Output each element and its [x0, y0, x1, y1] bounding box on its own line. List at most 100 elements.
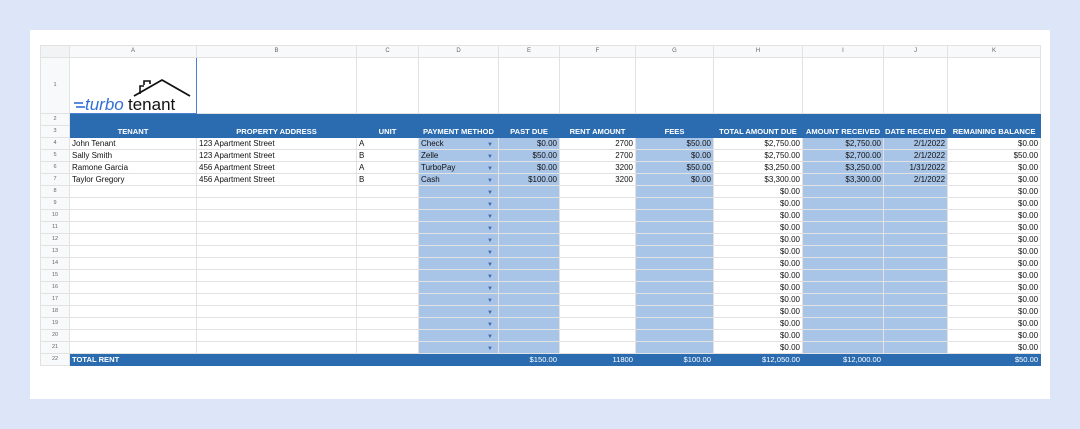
date-received-cell[interactable]	[882, 209, 949, 222]
amount-received-cell[interactable]: $2,700.00	[802, 149, 884, 162]
cell[interactable]	[498, 57, 560, 114]
tenant-cell[interactable]	[69, 281, 197, 294]
rent-amount-cell[interactable]	[559, 305, 636, 318]
address-cell[interactable]	[196, 293, 357, 306]
dropdown-arrow-icon[interactable]: ▼	[487, 200, 493, 209]
unit-cell[interactable]	[356, 209, 419, 222]
date-received-cell[interactable]	[882, 293, 949, 306]
fees-cell[interactable]: $0.00	[635, 173, 714, 186]
balance-cell[interactable]: $0.00	[947, 317, 1042, 330]
unit-cell[interactable]	[356, 281, 419, 294]
rent-amount-cell[interactable]: 3200	[559, 161, 636, 174]
amount-received-cell[interactable]	[802, 305, 884, 318]
payment-method-dropdown[interactable]: ▼	[418, 221, 499, 234]
header-property-address[interactable]: PROPERTY ADDRESS	[196, 125, 357, 138]
row-number[interactable]: 11	[40, 221, 70, 234]
balance-cell[interactable]: $0.00	[947, 173, 1042, 186]
row-number[interactable]: 20	[40, 329, 70, 342]
fees-cell[interactable]	[635, 281, 714, 294]
rent-amount-cell[interactable]	[559, 185, 636, 198]
total-due-cell[interactable]: $0.00	[713, 305, 803, 318]
date-received-cell[interactable]: 2/1/2022	[882, 173, 949, 186]
address-cell[interactable]	[196, 281, 357, 294]
row-number[interactable]: 2	[40, 113, 70, 126]
dropdown-arrow-icon[interactable]: ▼	[487, 164, 493, 173]
payment-method-dropdown[interactable]: Zelle ▼	[418, 149, 499, 162]
dropdown-arrow-icon[interactable]: ▼	[487, 320, 493, 329]
amount-received-cell[interactable]	[802, 341, 884, 354]
address-cell[interactable]	[196, 317, 357, 330]
tenant-cell[interactable]	[69, 185, 197, 198]
dropdown-arrow-icon[interactable]: ▼	[487, 188, 493, 197]
row-number[interactable]: 22	[40, 353, 70, 366]
fees-cell[interactable]	[635, 221, 714, 234]
date-received-cell[interactable]: 1/31/2022	[882, 161, 949, 174]
address-cell[interactable]	[196, 329, 357, 342]
fees-cell[interactable]	[635, 293, 714, 306]
cell[interactable]	[882, 353, 949, 366]
payment-method-dropdown[interactable]: ▼	[418, 185, 499, 198]
amount-received-cell[interactable]	[802, 317, 884, 330]
cell[interactable]	[498, 113, 560, 126]
unit-cell[interactable]	[356, 233, 419, 246]
spreadsheet[interactable]: A B C D E F G H I J K 1 turbo tenant 2 3…	[40, 45, 1042, 366]
cell[interactable]	[947, 113, 1042, 126]
cell[interactable]	[559, 57, 636, 114]
total-due-cell[interactable]: $0.00	[713, 233, 803, 246]
address-cell[interactable]	[196, 209, 357, 222]
tenant-cell[interactable]: Sally Smith	[69, 149, 197, 162]
cell[interactable]	[882, 113, 949, 126]
total-rent[interactable]: 11800	[559, 353, 636, 366]
date-received-cell[interactable]	[882, 197, 949, 210]
cell[interactable]	[418, 113, 499, 126]
rent-amount-cell[interactable]	[559, 257, 636, 270]
row-number[interactable]: 1	[40, 57, 70, 114]
amount-received-cell[interactable]	[802, 293, 884, 306]
fees-cell[interactable]	[635, 329, 714, 342]
tenant-cell[interactable]: Ramone Garcia	[69, 161, 197, 174]
balance-cell[interactable]: $0.00	[947, 281, 1042, 294]
balance-cell[interactable]: $0.00	[947, 233, 1042, 246]
payment-method-dropdown[interactable]: ▼	[418, 293, 499, 306]
payment-method-dropdown[interactable]: ▼	[418, 269, 499, 282]
select-all-corner[interactable]	[40, 45, 70, 58]
cell[interactable]	[882, 57, 949, 114]
total-due-cell[interactable]: $3,300.00	[713, 173, 803, 186]
column-header-e[interactable]: E	[498, 45, 560, 58]
cell[interactable]	[356, 57, 419, 114]
total-amount-received[interactable]: $12,000.00	[802, 353, 884, 366]
dropdown-arrow-icon[interactable]: ▼	[487, 284, 493, 293]
fees-cell[interactable]	[635, 305, 714, 318]
cell[interactable]	[947, 57, 1042, 114]
rent-amount-cell[interactable]	[559, 209, 636, 222]
amount-received-cell[interactable]	[802, 281, 884, 294]
amount-received-cell[interactable]	[802, 245, 884, 258]
total-due-cell[interactable]: $0.00	[713, 317, 803, 330]
tenant-cell[interactable]	[69, 329, 197, 342]
amount-received-cell[interactable]: $3,250.00	[802, 161, 884, 174]
rent-amount-cell[interactable]	[559, 329, 636, 342]
total-due-cell[interactable]: $2,750.00	[713, 137, 803, 150]
cell[interactable]	[635, 113, 714, 126]
amount-received-cell[interactable]	[802, 233, 884, 246]
past-due-cell[interactable]: $50.00	[498, 149, 560, 162]
past-due-cell[interactable]	[498, 341, 560, 354]
rent-amount-cell[interactable]	[559, 233, 636, 246]
dropdown-arrow-icon[interactable]: ▼	[487, 332, 493, 341]
row-number[interactable]: 6	[40, 161, 70, 174]
unit-cell[interactable]	[356, 305, 419, 318]
logo-cell[interactable]: turbo tenant	[69, 57, 197, 114]
past-due-cell[interactable]	[498, 317, 560, 330]
total-label[interactable]: TOTAL RENT	[69, 353, 197, 366]
payment-method-dropdown[interactable]: ▼	[418, 329, 499, 342]
date-received-cell[interactable]	[882, 329, 949, 342]
unit-cell[interactable]	[356, 341, 419, 354]
dropdown-arrow-icon[interactable]: ▼	[487, 272, 493, 281]
fees-cell[interactable]	[635, 209, 714, 222]
header-tenant[interactable]: TENANT	[69, 125, 197, 138]
balance-cell[interactable]: $0.00	[947, 257, 1042, 270]
balance-cell[interactable]: $0.00	[947, 269, 1042, 282]
tenant-cell[interactable]	[69, 293, 197, 306]
tenant-cell[interactable]	[69, 221, 197, 234]
date-received-cell[interactable]	[882, 221, 949, 234]
